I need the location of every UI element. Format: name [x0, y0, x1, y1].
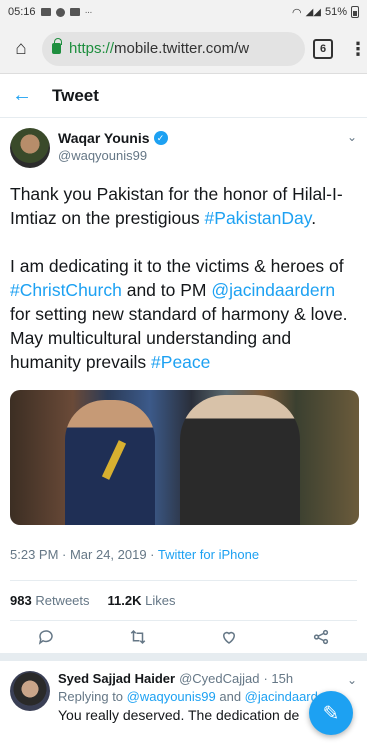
reply-author-handle[interactable]: @CyedCajjad	[179, 671, 259, 686]
browser-toolbar: ⌂ https://mobile.twitter.com/w 6 ⋮	[0, 24, 367, 74]
replying-prefix: Replying to	[58, 689, 127, 704]
signal-icon: ◢◢	[305, 6, 321, 18]
likes-label: Likes	[145, 593, 176, 608]
reply-text: You really deserved. The dedication de	[58, 707, 300, 723]
avatar[interactable]	[10, 671, 50, 711]
more-notifications-icon: ···	[84, 6, 93, 18]
address-bar[interactable]: https://mobile.twitter.com/w	[42, 31, 305, 66]
hashtag-link[interactable]: #ChristChurch	[10, 280, 122, 300]
text-segment: .	[311, 208, 317, 228]
tweet-paragraph-2: I am dedicating it to the victims & hero…	[10, 254, 357, 374]
retweet-icon[interactable]	[125, 624, 151, 650]
tweet-text: Thank you Pakistan for the honor of Hila…	[10, 182, 357, 374]
status-left: 05:16 ···	[8, 6, 93, 18]
tweet-paragraph-1: Thank you Pakistan for the honor of Hila…	[10, 182, 357, 230]
heart-icon[interactable]	[216, 624, 242, 650]
author-info: Waqar Younis ✓ @waqyounis99	[58, 128, 168, 163]
youtube-icon	[69, 8, 80, 16]
tweet-stats: 983 Retweets 11.2K Likes	[10, 581, 357, 621]
photo-figure	[180, 395, 300, 525]
hashtag-link[interactable]: #PakistanDay	[205, 208, 312, 228]
reply-icon[interactable]	[33, 624, 59, 650]
share-icon[interactable]	[308, 624, 334, 650]
notification-icon	[55, 7, 65, 17]
mention-link[interactable]: @waqyounis99	[127, 689, 216, 704]
tweet-meta: 5:23 PM · Mar 24, 2019 · Twitter for iPh…	[10, 547, 357, 581]
status-right: ◠ ◢◢ 51%	[292, 6, 359, 19]
tweet-header: ← Tweet	[0, 74, 367, 118]
tweet-timestamp: 5:23 PM · Mar 24, 2019 ·	[10, 547, 158, 562]
tweet: Waqar Younis ✓ @waqyounis99 ⌄ Thank you …	[0, 118, 367, 661]
reply-tweet[interactable]: Syed Sajjad Haider @CyedCajjad · 15h Rep…	[0, 661, 367, 735]
retweets-stat[interactable]: 983 Retweets	[10, 593, 90, 608]
author-name[interactable]: Waqar Younis	[58, 130, 150, 146]
reply-author-row: Syed Sajjad Haider @CyedCajjad · 15h	[58, 671, 325, 686]
author-row: Waqar Younis ✓ @waqyounis99 ⌄	[10, 128, 357, 168]
likes-stat[interactable]: 11.2K Likes	[108, 593, 176, 608]
back-arrow-icon[interactable]: ←	[12, 84, 40, 107]
battery-level: 51%	[324, 6, 347, 18]
status-bar: 05:16 ··· ◠ ◢◢ 51%	[0, 0, 367, 24]
battery-icon	[351, 6, 359, 18]
mention-link[interactable]: @jacindaardern	[211, 280, 335, 300]
tweet-source-link[interactable]: Twitter for iPhone	[158, 547, 259, 562]
likes-count: 11.2K	[107, 593, 142, 608]
chevron-down-icon[interactable]: ⌄	[347, 128, 357, 144]
reply-time: · 15h	[263, 671, 294, 686]
text-segment: I am dedicating it to the victims & hero…	[10, 256, 344, 276]
status-time: 05:16	[8, 6, 36, 18]
text-segment: and to PM	[121, 280, 212, 300]
replying-to: Replying to @waqyounis99 and @jacindaard…	[58, 689, 325, 704]
avatar[interactable]	[10, 128, 50, 168]
replying-and: and	[215, 689, 245, 704]
hashtag-link[interactable]: #Peace	[151, 352, 210, 372]
gallery-icon	[40, 8, 51, 16]
retweets-label: Retweets	[35, 593, 90, 608]
verified-badge-icon: ✓	[153, 131, 168, 145]
url-host: mobile.twitter.com/w	[114, 40, 250, 57]
home-icon[interactable]: ⌂	[8, 36, 34, 62]
author-name-row[interactable]: Waqar Younis ✓	[58, 130, 168, 146]
tweet-photo[interactable]	[10, 390, 359, 525]
compose-icon[interactable]: ✎	[309, 691, 353, 735]
lock-icon	[52, 38, 62, 54]
author-handle[interactable]: @waqyounis99	[58, 148, 168, 163]
url-scheme: https://	[69, 40, 115, 57]
reply-author-name[interactable]: Syed Sajjad Haider	[58, 671, 175, 686]
retweets-count: 983	[10, 593, 32, 608]
tweet-actions	[0, 621, 367, 661]
tab-switcher-button[interactable]: 6	[313, 38, 333, 59]
wifi-icon: ◠	[291, 6, 302, 19]
more-menu-icon[interactable]: ⋮	[349, 40, 367, 58]
page-title: Tweet	[52, 85, 99, 105]
reply-body: Syed Sajjad Haider @CyedCajjad · 15h Rep…	[58, 671, 325, 723]
